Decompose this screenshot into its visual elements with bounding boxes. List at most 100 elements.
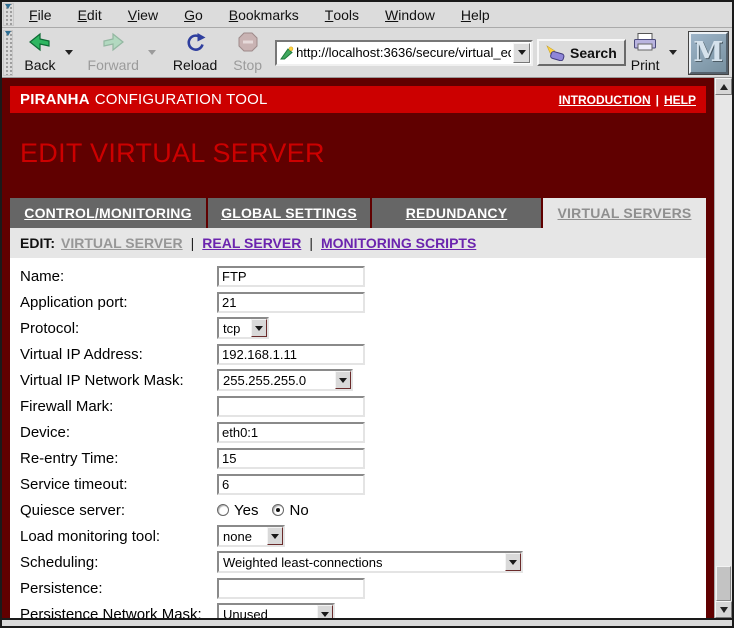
protocol-label: Protocol: [20, 320, 217, 337]
form-row: Firewall Mark: [20, 393, 706, 419]
menu-file[interactable]: File [16, 2, 65, 27]
chevron-down-icon [518, 50, 526, 55]
browser-window: File Edit View Go Bookmarks Tools Window… [0, 0, 734, 628]
quiesce-no-label: No [289, 502, 308, 519]
search-icon [546, 45, 566, 61]
reentry-time-label: Re-entry Time: [20, 450, 217, 467]
subnav-monitoring-scripts-link[interactable]: MONITORING SCRIPTS [321, 235, 476, 251]
help-link[interactable]: HELP [664, 93, 696, 107]
page-title: EDIT VIRTUAL SERVER [20, 138, 706, 169]
virtual-ip-label: Virtual IP Address: [20, 346, 217, 363]
tab-redundancy[interactable]: REDUNDANCY [372, 198, 541, 228]
form-row: Virtual IP Network Mask: 255.255.255.0 [20, 367, 706, 393]
quiesce-server-label: Quiesce server: [20, 502, 217, 519]
tab-control-monitoring[interactable]: CONTROL/MONITORING [10, 198, 206, 228]
scrollbar-thumb[interactable] [716, 566, 731, 601]
chevron-down-icon [505, 553, 521, 571]
name-label: Name: [20, 268, 217, 285]
reentry-time-input[interactable] [217, 448, 365, 469]
form-row: Scheduling: Weighted least-connections [20, 549, 706, 575]
subnav-virtual-server[interactable]: VIRTUAL SERVER [61, 235, 183, 251]
firewall-mark-input[interactable] [217, 396, 365, 417]
quiesce-no-radio[interactable] [272, 504, 284, 516]
quiesce-yes-radio[interactable] [217, 504, 229, 516]
device-label: Device: [20, 424, 217, 441]
search-button[interactable]: Search [537, 39, 626, 66]
scrollbar-track[interactable] [715, 95, 732, 601]
form-row: Persistence: [20, 575, 706, 601]
reload-button[interactable]: Reload [168, 30, 222, 74]
application-port-label: Application port: [20, 294, 217, 311]
virtual-ip-input[interactable] [217, 344, 365, 365]
toolbar-grip[interactable] [3, 30, 13, 76]
stop-icon [238, 32, 258, 55]
scroll-down-button[interactable] [715, 601, 732, 618]
form-row: Protocol: tcp [20, 315, 706, 341]
print-dropdown-arrow[interactable] [669, 50, 677, 55]
print-button[interactable]: Print [626, 30, 665, 74]
tab-bar: CONTROL/MONITORING GLOBAL SETTINGS REDUN… [10, 198, 706, 228]
persistence-input[interactable] [217, 578, 365, 599]
form-row: Application port: [20, 289, 706, 315]
chevron-down-icon [317, 605, 333, 618]
subnav-real-server-link[interactable]: REAL SERVER [202, 235, 301, 251]
mozilla-logo[interactable]: M [689, 32, 728, 74]
name-input[interactable] [217, 266, 365, 287]
vertical-scrollbar[interactable] [714, 78, 732, 618]
arrow-down-icon [720, 607, 728, 613]
edit-subnav: EDIT: VIRTUAL SERVER | REAL SERVER | MON… [10, 228, 706, 258]
forward-button[interactable]: Forward [83, 30, 144, 74]
form-row: Quiesce server: Yes No [20, 497, 706, 523]
chevron-down-icon [335, 371, 351, 389]
back-button[interactable]: Back [19, 30, 60, 74]
arrow-up-icon [720, 84, 728, 90]
form-row: Load monitoring tool: none [20, 523, 706, 549]
protocol-select[interactable]: tcp [217, 317, 269, 339]
virtual-ip-netmask-label: Virtual IP Network Mask: [20, 372, 217, 389]
toolbar-grip[interactable] [3, 3, 14, 26]
page-viewport: PIRANHACONFIGURATION TOOL INTRODUCTION |… [2, 78, 714, 618]
reload-icon [184, 32, 206, 55]
menu-view[interactable]: View [115, 2, 171, 27]
menu-tools[interactable]: Tools [312, 2, 372, 27]
menu-edit[interactable]: Edit [65, 2, 115, 27]
form-row: Service timeout: [20, 471, 706, 497]
form-row: Device: [20, 419, 706, 445]
window-bottom-edge [2, 618, 732, 626]
banner-separator: | [656, 93, 659, 107]
tab-virtual-servers[interactable]: VIRTUAL SERVERS [543, 198, 706, 228]
menu-bookmarks[interactable]: Bookmarks [216, 2, 312, 27]
url-history-dropdown[interactable] [513, 43, 530, 63]
url-input[interactable] [294, 45, 513, 60]
chevron-down-icon [251, 319, 267, 337]
persistence-netmask-select[interactable]: Unused [217, 603, 335, 618]
chevron-down-icon [267, 527, 283, 545]
back-dropdown-arrow[interactable] [65, 50, 73, 55]
tab-global-settings[interactable]: GLOBAL SETTINGS [208, 198, 370, 228]
menu-window[interactable]: Window [372, 2, 448, 27]
persistence-netmask-label: Persistence Network Mask: [20, 606, 217, 619]
bookmark-icon[interactable] [280, 46, 294, 60]
application-port-input[interactable] [217, 292, 365, 313]
virtual-ip-netmask-select[interactable]: 255.255.255.0 [217, 369, 353, 391]
navigation-toolbar: Back Forward Reload Stop [2, 28, 732, 78]
persistence-label: Persistence: [20, 580, 217, 597]
scroll-up-button[interactable] [715, 78, 732, 95]
device-input[interactable] [217, 422, 365, 443]
service-timeout-input[interactable] [217, 474, 365, 495]
introduction-link[interactable]: INTRODUCTION [559, 93, 651, 107]
menu-help[interactable]: Help [448, 2, 503, 27]
scheduling-select[interactable]: Weighted least-connections [217, 551, 523, 573]
form-row: Re-entry Time: [20, 445, 706, 471]
form-row: Name: [20, 263, 706, 289]
form-row: Persistence Network Mask: Unused [20, 601, 706, 618]
menu-go[interactable]: Go [171, 2, 216, 27]
forward-dropdown-arrow[interactable] [148, 50, 156, 55]
scheduling-label: Scheduling: [20, 554, 217, 571]
stop-button[interactable]: Stop [228, 30, 267, 74]
firewall-mark-label: Firewall Mark: [20, 398, 217, 415]
load-monitoring-select[interactable]: none [217, 525, 285, 547]
menu-bar: File Edit View Go Bookmarks Tools Window… [2, 2, 732, 28]
url-bar [275, 40, 533, 66]
service-timeout-label: Service timeout: [20, 476, 217, 493]
